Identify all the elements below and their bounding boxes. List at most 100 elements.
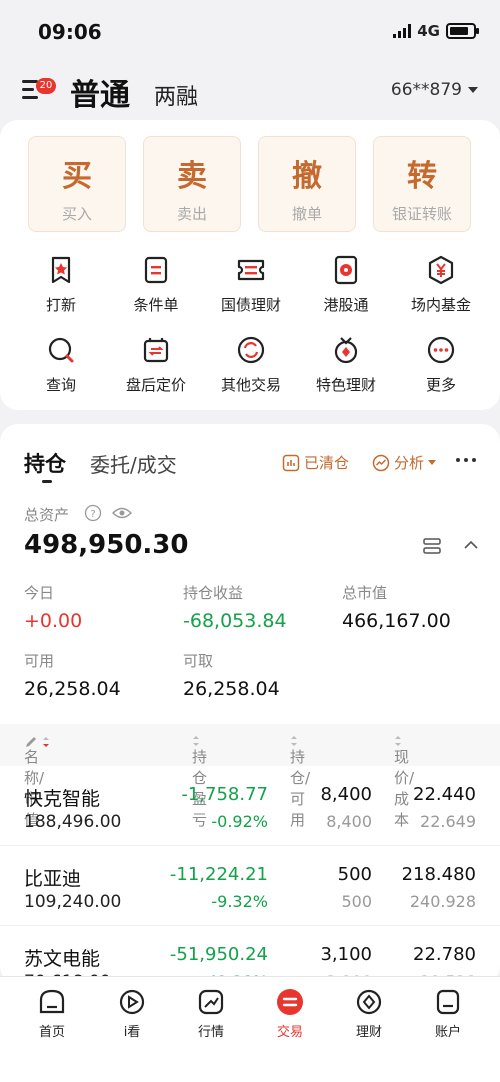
stock-position: 3,100 bbox=[320, 944, 372, 965]
func-other-trade-label: 其他交易 bbox=[220, 376, 281, 394]
collapse-up-icon[interactable] bbox=[462, 538, 480, 552]
func-featured-finance-label: 特色理财 bbox=[315, 376, 376, 394]
tab-account-label: 账户 bbox=[434, 1025, 461, 1040]
sell-button[interactable]: 卖 卖出 bbox=[143, 136, 241, 232]
func-featured-finance[interactable]: 特色理财 bbox=[296, 334, 396, 395]
func-more-label: 更多 bbox=[425, 376, 456, 394]
tab-watch-label: i看 bbox=[123, 1025, 141, 1040]
func-other-trade[interactable]: 其他交易 bbox=[201, 334, 301, 395]
query-icon bbox=[48, 337, 74, 363]
func-query-label: 查询 bbox=[45, 376, 76, 394]
market-value-label: 总市值 bbox=[342, 584, 388, 602]
func-query[interactable]: 查询 bbox=[11, 334, 111, 395]
analysis-caret-icon bbox=[428, 460, 437, 465]
tab-finance[interactable]: 理财 bbox=[329, 987, 409, 1040]
withdrawable-value: 26,258.04 bbox=[183, 678, 280, 700]
layout-toggle-icon[interactable] bbox=[422, 536, 442, 556]
chevron-down-icon bbox=[468, 87, 478, 93]
cancel-order-button[interactable]: 撤 撤单 bbox=[258, 136, 356, 232]
stock-position: 500 bbox=[337, 864, 372, 885]
battery-icon bbox=[446, 23, 479, 39]
account-selector[interactable]: 66**879 bbox=[391, 80, 478, 100]
func-after-hours-label: 盘后定价 bbox=[125, 376, 186, 394]
watch-icon bbox=[119, 989, 145, 1015]
tab-trade[interactable]: 交易 bbox=[250, 987, 330, 1040]
tab-margin[interactable]: 两融 bbox=[154, 79, 198, 111]
stock-name: 比亚迪 bbox=[24, 868, 82, 890]
tab-watch[interactable]: i看 bbox=[92, 987, 172, 1040]
tab-holdings-indicator bbox=[42, 480, 52, 483]
col-position-sort[interactable]: 持仓/可用 bbox=[290, 735, 310, 829]
bond-icon bbox=[237, 259, 265, 281]
market-icon bbox=[198, 989, 224, 1015]
fund-icon bbox=[428, 255, 454, 285]
condition-order-icon bbox=[144, 256, 168, 284]
analysis-button[interactable]: 分析 bbox=[372, 452, 437, 473]
transfer-button[interactable]: 转 银证转账 bbox=[373, 136, 471, 232]
sell-label: 卖出 bbox=[176, 205, 207, 223]
total-assets-value: 498,950.30 bbox=[24, 530, 189, 560]
account-icon bbox=[436, 989, 460, 1015]
cancel-label: 撤单 bbox=[291, 205, 322, 223]
help-icon[interactable]: ? bbox=[84, 504, 102, 522]
network-type: 4G bbox=[417, 22, 440, 40]
stock-available: 500 bbox=[341, 892, 372, 911]
col-name-sort[interactable]: 名称/市值 bbox=[24, 735, 50, 829]
home-icon bbox=[39, 989, 65, 1014]
tab-home[interactable]: 首页 bbox=[12, 987, 92, 1040]
stock-price: 22.440 bbox=[413, 784, 476, 805]
sell-char: 卖 bbox=[177, 159, 207, 194]
buy-button[interactable]: 买 买入 bbox=[28, 136, 126, 232]
analysis-icon bbox=[372, 454, 390, 471]
func-ipo-label: 打新 bbox=[45, 296, 76, 314]
stock-cost: 22.649 bbox=[420, 812, 476, 831]
table-row[interactable]: 比亚迪 109,240.00 -11,224.21 -9.32% 500 500… bbox=[0, 846, 500, 926]
cleared-label: 已清仓 bbox=[304, 454, 350, 472]
withdrawable-label: 可取 bbox=[183, 652, 214, 670]
tab-holdings[interactable]: 持仓 bbox=[24, 448, 66, 478]
tab-home-label: 首页 bbox=[38, 1025, 65, 1040]
col-pnl-sort[interactable]: 持仓盈亏 bbox=[192, 735, 207, 829]
stock-market-value: 188,496.00 bbox=[24, 812, 122, 832]
stock-available: 8,400 bbox=[326, 812, 372, 831]
hk-stock-icon bbox=[334, 255, 358, 285]
available-label: 可用 bbox=[24, 652, 55, 670]
tab-trade-label: 交易 bbox=[276, 1025, 303, 1040]
more-options-icon[interactable] bbox=[456, 458, 476, 462]
table-row[interactable]: 快克智能 188,496.00 -1,758.77 -0.92% 8,400 8… bbox=[0, 766, 500, 846]
func-more[interactable]: 更多 bbox=[391, 334, 491, 395]
holding-pnl-label: 持仓收益 bbox=[183, 584, 244, 602]
func-fund[interactable]: 场内基金 bbox=[391, 254, 491, 315]
stock-name: 苏文电能 bbox=[24, 948, 101, 970]
func-after-hours[interactable]: 盘后定价 bbox=[106, 334, 206, 395]
func-fund-label: 场内基金 bbox=[410, 296, 471, 314]
func-bond-label: 国债理财 bbox=[220, 296, 281, 314]
func-condition-order[interactable]: 条件单 bbox=[106, 254, 206, 315]
tab-normal[interactable]: 普通 bbox=[70, 70, 130, 114]
ipo-icon bbox=[51, 256, 71, 284]
stock-market-value: 109,240.00 bbox=[24, 892, 122, 912]
analysis-label: 分析 bbox=[394, 454, 425, 472]
featured-finance-icon bbox=[334, 337, 358, 364]
col-price-sort[interactable]: 现价/成本 bbox=[394, 735, 414, 829]
func-bond[interactable]: 国债理财 bbox=[201, 254, 301, 315]
tab-market[interactable]: 行情 bbox=[171, 987, 251, 1040]
eye-icon[interactable] bbox=[112, 504, 132, 522]
trade-panel: 买 买入 卖 卖出 撤 撤单 转 银证转账 打新 条件单 国债理财 港股通 场内… bbox=[0, 120, 500, 410]
today-value: +0.00 bbox=[24, 610, 83, 632]
tab-market-label: 行情 bbox=[197, 1025, 224, 1040]
more-icon bbox=[427, 336, 455, 364]
tab-account[interactable]: 账户 bbox=[408, 987, 488, 1040]
bar-chart-icon bbox=[282, 454, 300, 471]
cancel-char: 撤 bbox=[292, 159, 322, 194]
today-label: 今日 bbox=[24, 584, 55, 602]
stock-pnl: -1,758.77 bbox=[181, 784, 268, 805]
cleared-positions-button[interactable]: 已清仓 bbox=[282, 452, 349, 473]
func-ipo[interactable]: 打新 bbox=[11, 254, 111, 315]
stock-cost: 240.928 bbox=[409, 892, 476, 911]
func-hk-stock[interactable]: 港股通 bbox=[296, 254, 396, 315]
stock-price: 218.480 bbox=[401, 864, 476, 885]
tab-orders[interactable]: 委托/成交 bbox=[90, 449, 177, 478]
buy-char: 买 bbox=[62, 159, 92, 194]
status-time: 09:06 bbox=[38, 20, 102, 44]
